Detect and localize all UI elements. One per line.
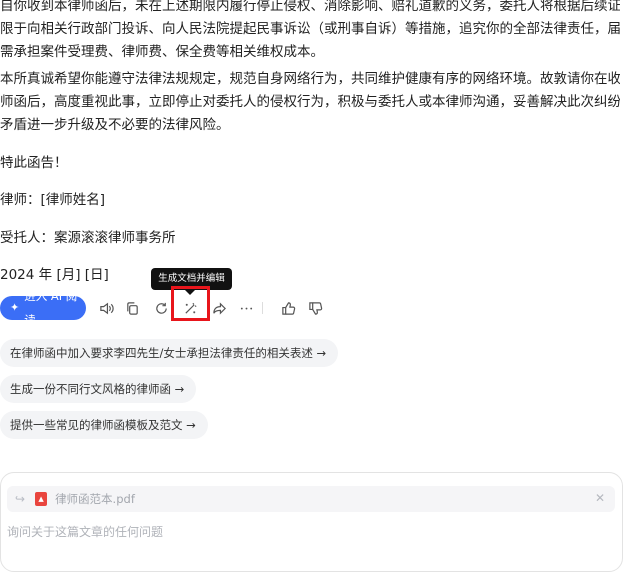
letter-lawyer: 律师：[律师姓名] xyxy=(0,192,106,208)
ai-read-button[interactable]: ✦ 进入 AI 阅读 xyxy=(0,289,86,327)
message-toolbar: ✦ 进入 AI 阅读 xyxy=(0,289,330,327)
letter-paragraph-1: 自你收到本律师函后，未在上述期限内履行停止侵权、消除影响、赔礼道歉的义务，委托人… xyxy=(0,0,620,64)
attachment-chip[interactable]: ↪ ▲ 律师函范本.pdf ✕ xyxy=(7,486,615,512)
question-input[interactable]: 询问关于这篇文章的任何问题 xyxy=(7,523,163,540)
letter-client: 受托人：案源滚滚律师事务所 xyxy=(0,230,176,246)
regenerate-icon[interactable] xyxy=(151,298,171,318)
paragraph-line: 限于向相关行政部门投诉、向人民法院提起民事诉讼（或刑事自诉）等措施，追究你的全部… xyxy=(0,21,620,37)
paragraph-line: 需承担案件受理费、律师费、保全费等相关维权成本。 xyxy=(0,44,324,60)
toolbar-divider xyxy=(262,302,263,314)
close-icon[interactable]: ✕ xyxy=(595,491,605,505)
speaker-icon[interactable] xyxy=(96,298,116,318)
reply-arrow-icon: ↪ xyxy=(15,492,26,506)
suggestion-chip[interactable]: 提供一些常见的律师函模板及范文 → xyxy=(0,411,208,439)
suggestion-chip[interactable]: 生成一份不同行文风格的律师函 → xyxy=(0,375,197,403)
paragraph-line: 自你收到本律师函后，未在上述期限内履行停止侵权、消除影响、赔礼道歉的义务，委托人… xyxy=(0,0,620,14)
highlight-annotation xyxy=(171,286,210,321)
copy-icon[interactable] xyxy=(122,298,142,318)
paragraph-line: 矛盾进一步升级及不必要的法律风险。 xyxy=(0,117,230,133)
ai-read-label: 进入 AI 阅读 xyxy=(24,289,78,327)
more-icon[interactable] xyxy=(236,298,256,318)
suggestion-chip[interactable]: 在律师函中加入要求李四先生/女士承担法律责任的相关表述 → xyxy=(0,339,339,367)
paragraph-line: 本所真诚希望你能遵守法律法规规定，规范自身网络行为，共同维护健康有序的网络环境。… xyxy=(0,71,620,87)
letter-date: 2024 年 [月] [日] xyxy=(0,267,109,283)
share-icon[interactable] xyxy=(209,298,229,318)
chat-composer[interactable]: ↪ ▲ 律师函范本.pdf ✕ 询问关于这篇文章的任何问题 xyxy=(0,472,623,572)
thumbs-up-icon[interactable] xyxy=(278,298,298,318)
ai-sparkle-icon: ✦ xyxy=(10,301,20,314)
thumbs-down-icon[interactable] xyxy=(305,298,325,318)
attachment-filename: 律师函范本.pdf xyxy=(55,492,135,506)
pdf-file-icon: ▲ xyxy=(35,492,48,506)
letter-paragraph-2: 本所真诚希望你能遵守法律法规规定，规范自身网络行为，共同维护健康有序的网络环境。… xyxy=(0,68,620,137)
paragraph-line: 师函后，高度重视此事，立即停止对委托人的侵权行为，积极与委托人或本律师沟通，妥善… xyxy=(0,94,620,110)
letter-closing: 特此函告！ xyxy=(0,155,68,171)
